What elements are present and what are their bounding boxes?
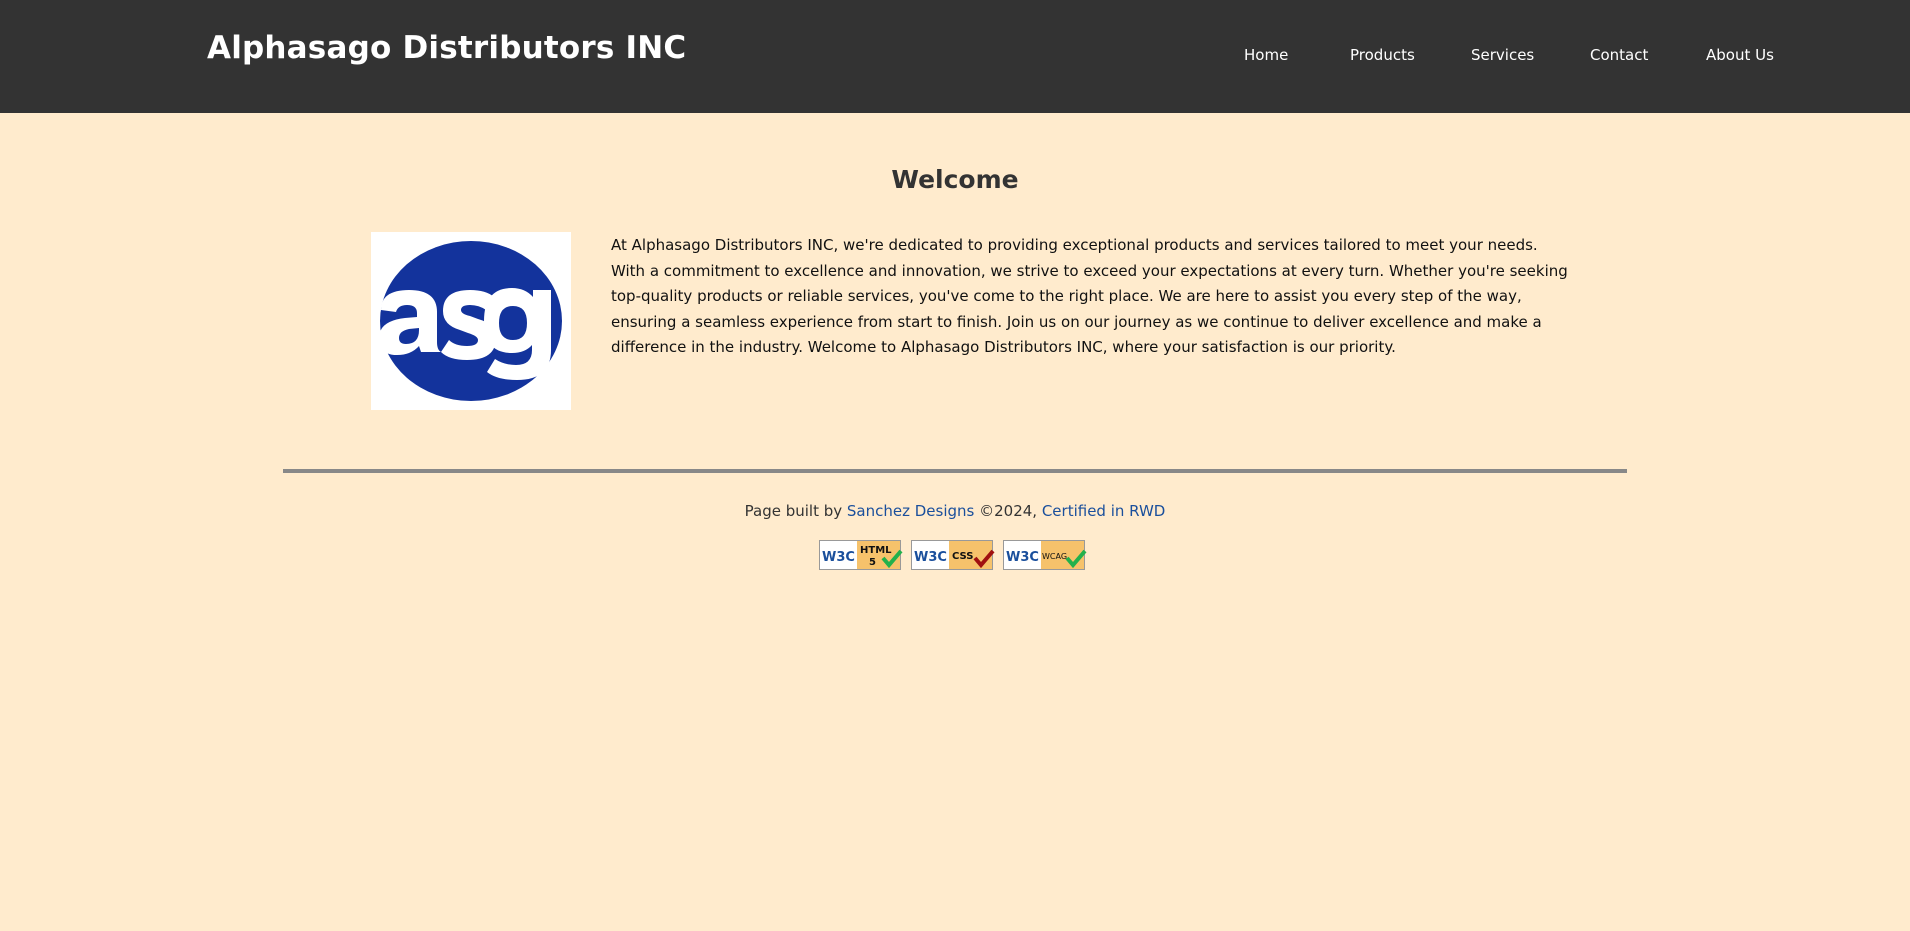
svg-text:HTML: HTML xyxy=(860,545,892,556)
nav-about-us-link[interactable]: About Us xyxy=(1706,46,1774,64)
badge-css-text: CSS xyxy=(952,551,973,562)
w3c-wcag-badge-icon: W3C WCAG xyxy=(1003,540,1087,570)
asg-logo-icon xyxy=(379,241,562,401)
w3c-html5-badge-icon: W3C HTML 5 xyxy=(819,540,903,570)
badge-w3c-text: W3C xyxy=(914,550,947,565)
nav-contact-link[interactable]: Contact xyxy=(1590,46,1648,64)
certified-rwd-link[interactable]: Certified in RWD xyxy=(1042,502,1166,520)
nav-home-link[interactable]: Home xyxy=(1244,46,1288,64)
w3c-css-badge-icon: W3C CSS xyxy=(911,540,995,570)
footer-copyright: ©2024, xyxy=(974,502,1042,520)
w3c-wcag-badge[interactable]: W3C WCAG xyxy=(1003,540,1089,572)
svg-text:5: 5 xyxy=(869,557,876,568)
designer-link[interactable]: Sanchez Designs xyxy=(847,502,974,520)
badge-w3c-text: W3C xyxy=(822,550,855,565)
badge-w3c-text: W3C xyxy=(1006,550,1039,565)
site-header: Alphasago Distributors INC Home Products… xyxy=(0,0,1910,113)
nav-products-link[interactable]: Products xyxy=(1350,46,1415,64)
company-logo xyxy=(371,232,571,410)
section-divider xyxy=(283,469,1627,473)
footer-credits: Page built by Sanchez Designs ©2024, Cer… xyxy=(0,502,1910,520)
site-title: Alphasago Distributors INC xyxy=(207,30,687,66)
intro-paragraph: At Alphasago Distributors INC, we're ded… xyxy=(611,236,1568,357)
badge-wcag-text: WCAG xyxy=(1042,552,1067,561)
welcome-heading: Welcome xyxy=(891,165,1019,194)
w3c-css-badge[interactable]: W3C CSS xyxy=(911,540,997,572)
nav-services-link[interactable]: Services xyxy=(1471,46,1534,64)
footer-prefix: Page built by xyxy=(744,502,847,520)
w3c-html5-badge[interactable]: W3C HTML 5 xyxy=(819,540,905,572)
